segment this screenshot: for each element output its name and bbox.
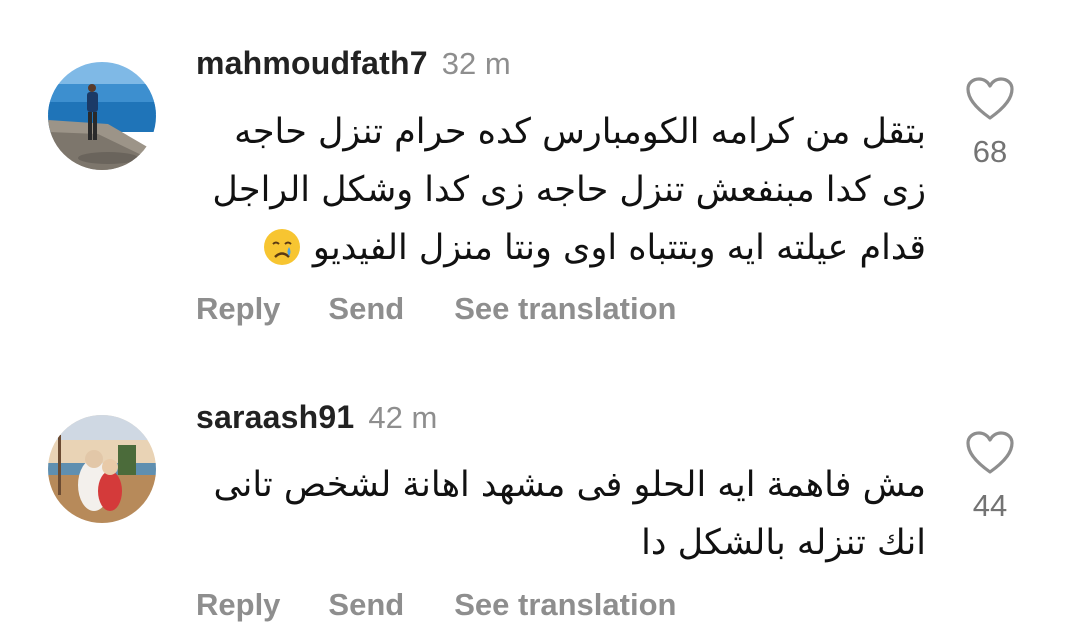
see-translation-button[interactable]: See translation — [454, 291, 676, 327]
see-translation-button[interactable]: See translation — [454, 587, 676, 623]
comment-actions: Reply Send See translation — [196, 587, 676, 623]
comment-body: مش فاهمة ايه الحلو فى مشهد اهانة لشخص تا… — [213, 465, 926, 563]
like-control: 68 — [962, 76, 1018, 170]
like-count: 44 — [972, 488, 1008, 523]
comment-header: saraash91 42 m — [196, 399, 437, 436]
reply-button[interactable]: Reply — [196, 587, 280, 623]
timestamp: 42 m — [368, 400, 438, 435]
crying-face-emoji-icon — [263, 229, 300, 265]
reply-button[interactable]: Reply — [196, 291, 280, 327]
send-button[interactable]: Send — [328, 291, 404, 327]
comment-header: mahmoudfath7 32 m — [196, 45, 511, 82]
like-control: 44 — [962, 430, 1018, 524]
comment-body: بتقل من كرامه الكومبارس كده حرام تنزل حا… — [212, 112, 926, 268]
timestamp: 32 m — [441, 46, 511, 81]
send-button[interactable]: Send — [328, 587, 404, 623]
comment-text: مش فاهمة ايه الحلو فى مشهد اهانة لشخص تا… — [196, 456, 926, 572]
like-count: 68 — [972, 134, 1008, 169]
username[interactable]: mahmoudfath7 — [196, 45, 428, 81]
comment-actions: Reply Send See translation — [196, 291, 676, 327]
heart-outline-icon[interactable] — [965, 430, 1015, 476]
avatar[interactable] — [48, 415, 156, 523]
username[interactable]: saraash91 — [196, 399, 354, 435]
avatar[interactable] — [48, 62, 156, 170]
comment-text: بتقل من كرامه الكومبارس كده حرام تنزل حا… — [196, 103, 926, 277]
heart-outline-icon[interactable] — [965, 76, 1015, 122]
